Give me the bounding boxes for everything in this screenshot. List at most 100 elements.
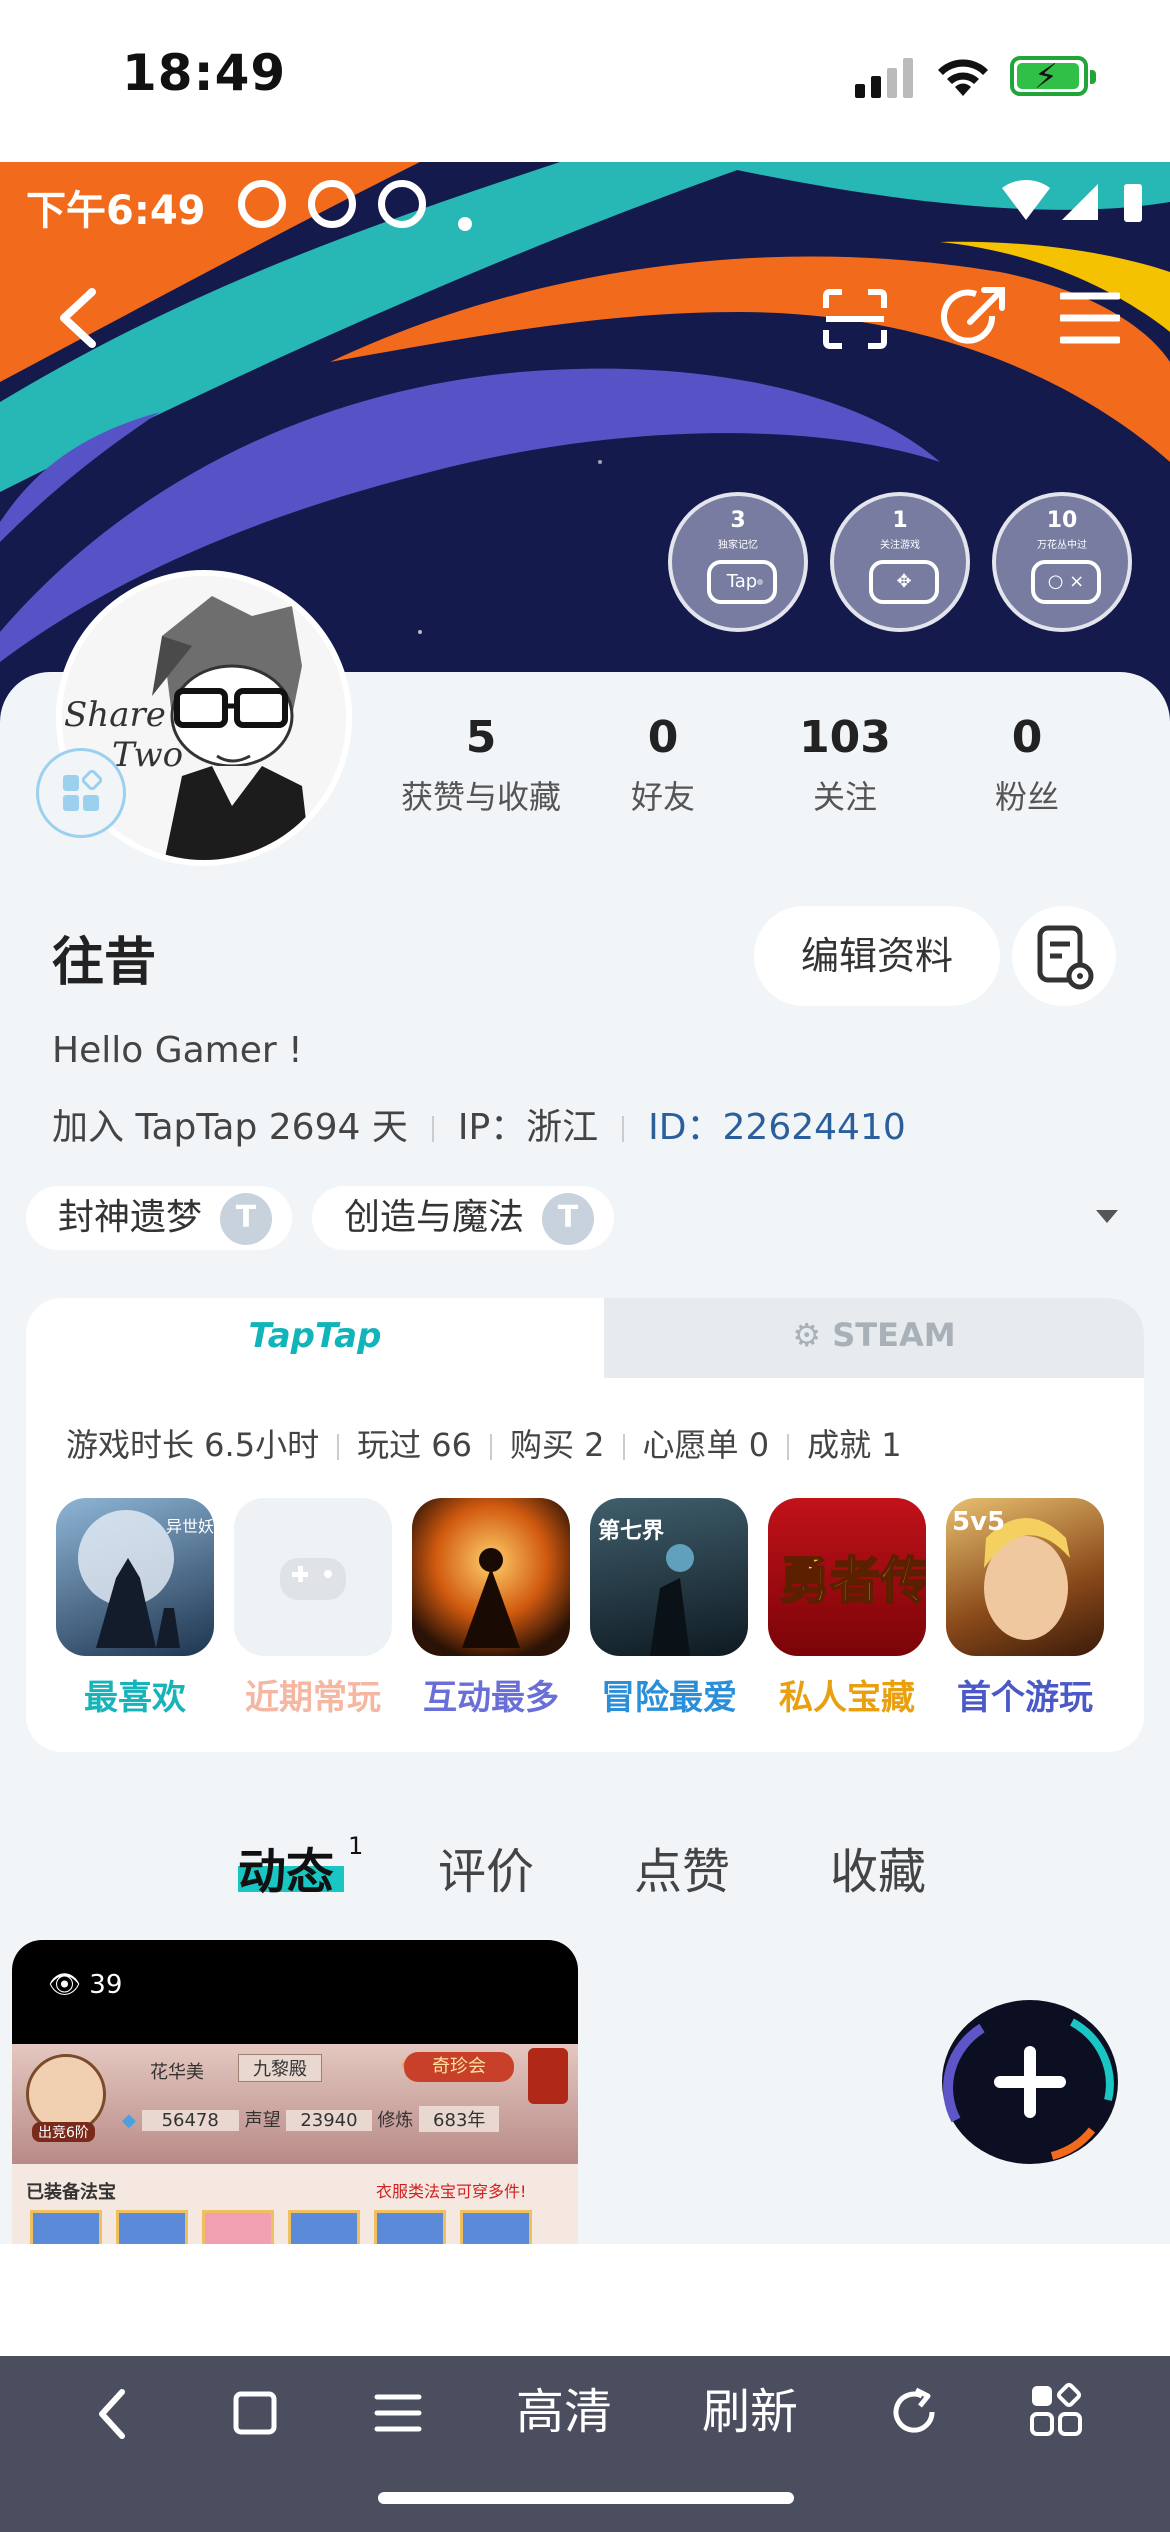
apps-icon[interactable]	[1028, 2380, 1088, 2440]
android-status-time: 下午6:49	[26, 188, 206, 234]
page-bottom-space	[0, 2244, 1170, 2356]
equipment-slot	[202, 2210, 274, 2244]
reload-icon[interactable]	[888, 2386, 940, 2438]
likes-label[interactable]: 获赞与收藏	[386, 772, 576, 818]
friends-count[interactable]: 0	[568, 712, 758, 763]
medal-caption: 万花丛中过	[1037, 540, 1087, 551]
cultivation-label: 修炼	[377, 2110, 414, 2131]
medal-badge[interactable]: 1 关注游戏 ✥	[830, 492, 970, 632]
cultivation-value: 683年	[419, 2106, 500, 2132]
post-card[interactable]: 👁 39 出竞6阶 花华美 九黎殿 ✹ 奇珍会 ◆ 56478 声望 23940…	[12, 1940, 578, 2244]
android-system-icons	[1002, 180, 1142, 222]
browser-toolbar: 高清 刷新	[0, 2356, 1170, 2532]
game-tag[interactable]: 创造与魔法 T	[312, 1186, 615, 1250]
user-id[interactable]: 22624410	[723, 1107, 906, 1148]
equipped-section-title: 已装备法宝	[26, 2182, 116, 2203]
server-name: 九黎殿	[238, 2054, 322, 2082]
profile-settings-button[interactable]	[1012, 906, 1116, 1006]
divider	[337, 1434, 340, 1460]
achievements-count[interactable]: 成就 1	[807, 1426, 902, 1464]
profile-meta: 加入 TapTap 2694 天 IP：浙江 ID：22624410	[52, 1098, 906, 1150]
ios-status-bar: 18:49 ⚡	[0, 0, 1170, 162]
share-icon[interactable]	[940, 286, 1008, 352]
following-label[interactable]: 关注	[750, 772, 940, 818]
divider	[787, 1434, 790, 1460]
tabs-icon[interactable]	[232, 2390, 278, 2436]
game-icon-first[interactable]: 5v5	[946, 1498, 1104, 1656]
avatar-text: Share	[64, 695, 166, 735]
tag-badge: T	[220, 1193, 273, 1245]
battery-charging-icon: ⚡	[1010, 56, 1096, 96]
user-id-prefix: ID：	[648, 1107, 723, 1148]
screen: 18:49 ⚡ 下午6:49 3 独家记忆 Tap 1 关注游戏 ✥ 10 万花…	[0, 0, 1170, 2532]
status-time: 18:49	[122, 44, 287, 102]
avatar-decoration-button[interactable]	[36, 748, 126, 838]
game-icon-interactions[interactable]	[412, 1498, 570, 1656]
following-count[interactable]: 103	[750, 712, 940, 763]
game-icon-adventure[interactable]: 第七界	[590, 1498, 748, 1656]
divider	[622, 1434, 625, 1460]
menu-icon[interactable]	[1060, 292, 1120, 344]
refresh-label-button[interactable]: 刷新	[690, 2372, 810, 2452]
tab-likes[interactable]: 点赞	[634, 1832, 730, 1902]
menu-icon[interactable]	[374, 2392, 422, 2434]
tab-reviews[interactable]: 评价	[438, 1832, 534, 1902]
wifi-icon	[938, 59, 988, 96]
equipment-slot	[30, 2210, 102, 2244]
game-art: 异世妖界	[78, 1510, 214, 1648]
lantern-icon	[528, 2048, 568, 2104]
posts-count-badge: 1	[348, 1832, 364, 1860]
game-icon-text: 勇者传	[780, 1552, 926, 1610]
scan-icon[interactable]	[822, 288, 888, 350]
game-tag[interactable]: 封神遗梦 T	[26, 1186, 293, 1250]
plus-icon	[943, 2018, 1114, 2160]
game-icon-favorite[interactable]: 异世妖界	[56, 1498, 214, 1656]
medal-caption: 独家记忆	[718, 540, 758, 551]
tab-posts[interactable]: 动态	[238, 1832, 334, 1902]
play-time[interactable]: 游戏时长 6.5小时	[66, 1426, 319, 1464]
game-icon-treasure[interactable]: 勇者传	[768, 1498, 926, 1656]
gamepad-icon: ✥	[869, 560, 939, 604]
purchased-count[interactable]: 购买 2	[510, 1426, 605, 1464]
create-post-button[interactable]	[942, 2000, 1118, 2164]
medal-badge[interactable]: 3 独家记忆 Tap	[668, 492, 808, 632]
character-name: 花华美	[150, 2062, 204, 2083]
post-screenshot: 出竞6阶 花华美 九黎殿 ✹ 奇珍会 ◆ 56478 声望 23940 修炼 6…	[12, 2044, 578, 2244]
medal-count: 10	[1046, 508, 1078, 533]
equipment-slot	[460, 2210, 532, 2244]
tab-favorites[interactable]: 收藏	[830, 1832, 926, 1902]
followers-label[interactable]: 粉丝	[932, 772, 1122, 818]
taptap-logo: TapTap	[248, 1316, 382, 1356]
app-notification-icon	[238, 180, 286, 228]
game-label: 冒险最爱	[601, 1678, 737, 1718]
event-button: 奇珍会	[404, 2052, 514, 2082]
divider	[622, 1116, 625, 1142]
back-icon[interactable]	[92, 2386, 132, 2442]
hd-button[interactable]: 高清	[504, 2372, 624, 2452]
join-days: 加入 TapTap 2694 天	[52, 1107, 408, 1148]
expand-tags-icon[interactable]	[1096, 1210, 1118, 1223]
likes-count[interactable]: 5	[386, 712, 576, 763]
edit-profile-button[interactable]: 编辑资料	[754, 906, 1000, 1006]
tag-badge: T	[542, 1193, 595, 1245]
game-art: 第七界	[598, 1518, 694, 1656]
medal-count: 1	[892, 508, 908, 533]
game-tag-label: 创造与魔法	[344, 1197, 525, 1238]
document-settings-icon	[1037, 925, 1094, 990]
ip-location: IP：浙江	[457, 1107, 599, 1148]
friends-label[interactable]: 好友	[568, 772, 758, 818]
gamepad-placeholder-icon	[280, 1558, 346, 1600]
game-icon-recent[interactable]	[234, 1498, 392, 1656]
back-icon[interactable]	[56, 286, 100, 350]
currency-row: ◆ 56478 声望 23940 修炼 683年	[122, 2106, 500, 2132]
wishlist-count[interactable]: 心愿单 0	[643, 1426, 770, 1464]
rank-label: 出竞6阶	[32, 2122, 95, 2142]
cellular-signal-icon	[855, 58, 917, 98]
game-tag-label: 封神遗梦	[58, 1197, 203, 1238]
home-indicator[interactable]	[378, 2492, 794, 2504]
app-notification-icon	[308, 180, 356, 228]
played-count[interactable]: 玩过 66	[357, 1426, 472, 1464]
medal-badge[interactable]: 10 万花丛中过 ○ ×	[992, 492, 1132, 632]
followers-count[interactable]: 0	[932, 712, 1122, 763]
game-icon-text: 5v5	[952, 1507, 1005, 1537]
